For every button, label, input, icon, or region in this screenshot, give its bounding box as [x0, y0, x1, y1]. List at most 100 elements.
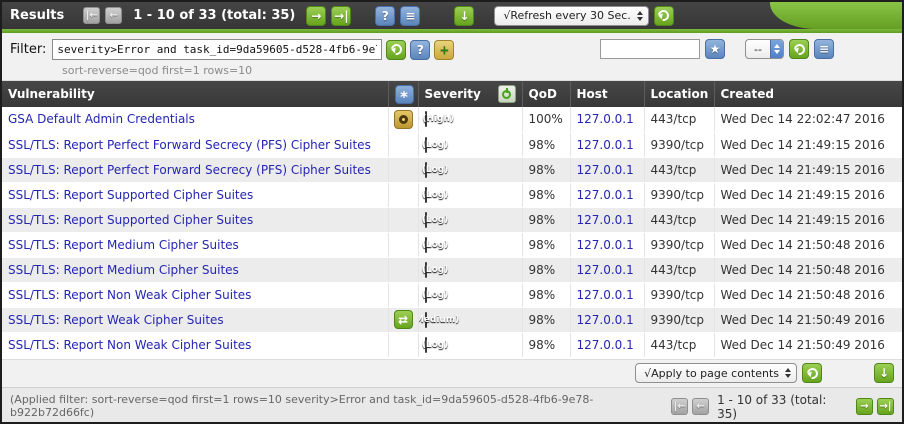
host-link[interactable]: 127.0.0.1 — [577, 188, 634, 202]
vulnerability-link[interactable]: SSL/TLS: Report Supported Cipher Suites — [8, 188, 253, 202]
saved-filters-value: -- — [746, 43, 770, 56]
column-header-created[interactable]: Created — [714, 81, 902, 107]
severity-sort-icon[interactable] — [498, 85, 516, 103]
qod-cell: 100% — [522, 107, 570, 132]
previous-page-icon[interactable]: ← — [105, 7, 122, 24]
results-table: Vulnerability * Severity QoD Host Locati… — [2, 81, 902, 359]
filter-bar: Filter: ? + sort-reverse=qod first=1 row… — [2, 33, 902, 81]
apply-select[interactable]: √Apply to page contents — [635, 363, 797, 383]
solution-type-cell — [388, 232, 418, 257]
vulnerability-link[interactable]: SSL/TLS: Report Medium Cipher Suites — [8, 238, 239, 252]
solution-type-cell — [388, 107, 418, 132]
vulnerability-link[interactable]: SSL/TLS: Report Non Weak Cipher Suites — [8, 338, 251, 352]
refresh-icon[interactable] — [654, 6, 674, 26]
last-page-icon[interactable]: →| — [877, 398, 894, 415]
severity-bar: 0.0 (Log) — [425, 237, 427, 253]
filter-refresh-icon[interactable] — [386, 40, 406, 60]
host-link[interactable]: 127.0.0.1 — [577, 213, 634, 227]
vulnerability-link[interactable]: SSL/TLS: Report Supported Cipher Suites — [8, 213, 253, 227]
page-title: Results — [10, 8, 64, 23]
vulnerability-link[interactable]: SSL/TLS: Report Perfect Forward Secrecy … — [8, 138, 371, 152]
next-page-icon[interactable]: → — [306, 6, 326, 26]
location-cell: 443/tcp — [644, 157, 714, 182]
select-stepper-icon — [770, 40, 783, 58]
refresh-interval-value: √Refresh every 30 Sec. — [503, 9, 630, 22]
filter-label: Filter: — [10, 42, 46, 57]
solution-type-cell — [388, 157, 418, 182]
host-link[interactable]: 127.0.0.1 — [577, 238, 634, 252]
qod-cell: 98% — [522, 182, 570, 207]
table-row: SSL/TLS: Report Medium Cipher Suites 0.0… — [2, 257, 902, 282]
table-row: SSL/TLS: Report Perfect Forward Secrecy … — [2, 157, 902, 182]
filters-list-icon[interactable]: ≡ — [814, 39, 834, 59]
apply-bar: √Apply to page contents ↓ — [2, 359, 902, 387]
apply-refresh-icon[interactable] — [802, 363, 822, 383]
results-window: Results |← ← 1 - 10 of 33 (total: 35) → … — [0, 0, 904, 424]
help-icon[interactable]: ? — [375, 6, 395, 26]
table-row: SSL/TLS: Report Non Weak Cipher Suites 0… — [2, 332, 902, 357]
first-page-icon[interactable]: |← — [83, 7, 100, 24]
saved-filters-select[interactable]: -- — [745, 39, 784, 59]
last-page-icon[interactable]: →| — [331, 6, 351, 26]
column-header-vulnerability[interactable]: Vulnerability — [2, 81, 388, 107]
footer-pagination: |← ← 1 - 10 of 33 (total: 35) → →| — [671, 393, 894, 421]
list-icon[interactable]: ≡ — [400, 6, 420, 26]
host-link[interactable]: 127.0.0.1 — [577, 112, 634, 126]
table-row: SSL/TLS: Report Non Weak Cipher Suites 0… — [2, 282, 902, 307]
save-filter-input[interactable] — [600, 39, 700, 59]
next-page-icon[interactable]: → — [856, 398, 873, 415]
column-header-qod[interactable]: QoD — [522, 81, 570, 107]
host-link[interactable]: 127.0.0.1 — [577, 288, 634, 302]
saved-filter-refresh-icon[interactable] — [789, 39, 809, 59]
column-header-location[interactable]: Location — [644, 81, 714, 107]
created-cell: Wed Dec 14 21:49:15 2016 — [714, 207, 902, 232]
location-cell: 9390/tcp — [644, 232, 714, 257]
save-filter-star-icon[interactable]: ★ — [705, 39, 725, 59]
previous-page-icon[interactable]: ← — [692, 398, 709, 415]
filter-help-icon[interactable]: ? — [410, 40, 430, 60]
titlebar: Results |← ← 1 - 10 of 33 (total: 35) → … — [2, 2, 902, 29]
solution-type-cell — [388, 182, 418, 207]
host-link[interactable]: 127.0.0.1 — [577, 263, 634, 277]
column-header-host[interactable]: Host — [570, 81, 644, 107]
vulnerability-link[interactable]: SSL/TLS: Report Perfect Forward Secrecy … — [8, 163, 371, 177]
table-row: SSL/TLS: Report Weak Cipher Suites ⇄ 5.0… — [2, 307, 902, 332]
first-page-icon[interactable]: |← — [671, 398, 688, 415]
table-header-row: Vulnerability * Severity QoD Host Locati… — [2, 81, 902, 107]
vulnerability-link[interactable]: GSA Default Admin Credentials — [8, 112, 195, 126]
severity-bar: 0.0 (Log) — [425, 337, 427, 353]
apply-select-value: √Apply to page contents — [644, 367, 779, 380]
qod-cell: 98% — [522, 307, 570, 332]
column-header-severity[interactable]: Severity — [418, 81, 522, 107]
host-link[interactable]: 127.0.0.1 — [577, 163, 634, 177]
results-table-body: GSA Default Admin Credentials 10.0 (High… — [2, 107, 902, 357]
qod-cell: 98% — [522, 157, 570, 182]
severity-bar: 0.0 (Log) — [425, 137, 427, 153]
table-row: SSL/TLS: Report Medium Cipher Suites 0.0… — [2, 232, 902, 257]
created-cell: Wed Dec 14 21:50:48 2016 — [714, 257, 902, 282]
created-cell: Wed Dec 14 21:50:49 2016 — [714, 307, 902, 332]
filter-input[interactable] — [52, 39, 382, 60]
workaround-icon — [394, 110, 413, 129]
host-link[interactable]: 127.0.0.1 — [577, 138, 634, 152]
download-icon[interactable]: ↓ — [454, 6, 474, 26]
severity-bar: 0.0 (Log) — [425, 187, 427, 203]
column-header-solution-type[interactable]: * — [388, 81, 418, 107]
severity-bar: 0.0 (Log) — [425, 262, 427, 278]
severity-bar: 5.0 (Medium) — [425, 312, 427, 328]
table-row: SSL/TLS: Report Supported Cipher Suites … — [2, 182, 902, 207]
host-link[interactable]: 127.0.0.1 — [577, 313, 634, 327]
corner-swoosh-decoration — [770, 2, 902, 29]
vulnerability-link[interactable]: SSL/TLS: Report Weak Cipher Suites — [8, 313, 224, 327]
new-filter-icon[interactable]: + — [434, 40, 454, 60]
location-cell: 443/tcp — [644, 107, 714, 132]
vulnerability-link[interactable]: SSL/TLS: Report Medium Cipher Suites — [8, 263, 239, 277]
host-link[interactable]: 127.0.0.1 — [577, 338, 634, 352]
applied-filter-text: (Applied filter: sort-reverse=qod first=… — [10, 393, 671, 419]
location-cell: 443/tcp — [644, 207, 714, 232]
location-cell: 9390/tcp — [644, 132, 714, 157]
created-cell: Wed Dec 14 21:50:48 2016 — [714, 282, 902, 307]
bottom-download-icon[interactable]: ↓ — [874, 363, 894, 383]
refresh-interval-select[interactable]: √Refresh every 30 Sec. — [494, 6, 648, 26]
vulnerability-link[interactable]: SSL/TLS: Report Non Weak Cipher Suites — [8, 288, 251, 302]
